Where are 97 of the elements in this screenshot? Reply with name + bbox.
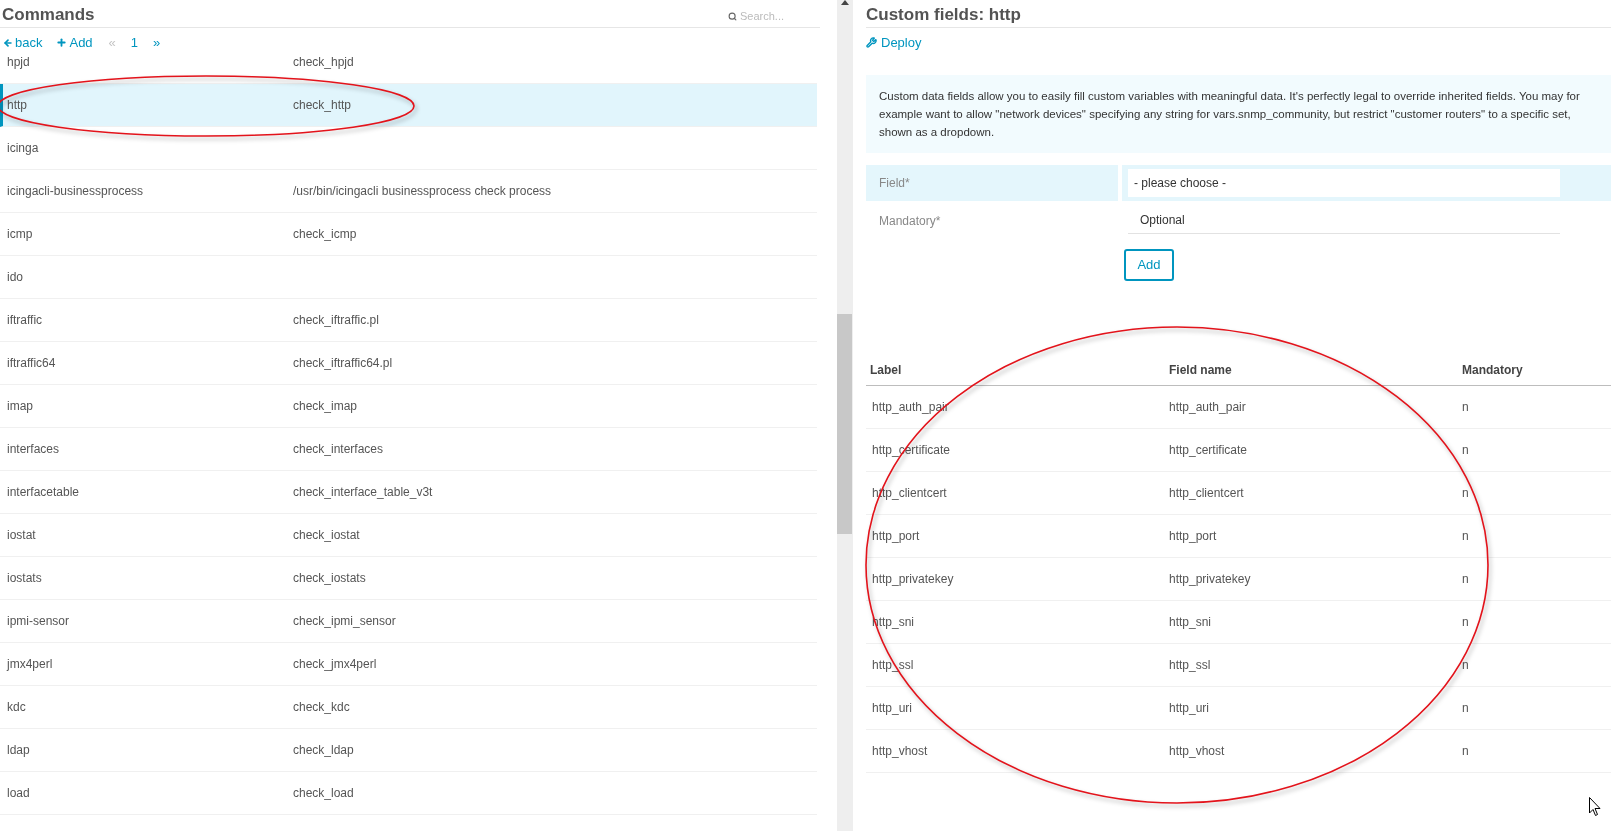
command-name: imap (7, 398, 33, 415)
add-button[interactable]: Add (1124, 249, 1174, 281)
search-field[interactable]: Search... (740, 7, 816, 25)
command-row[interactable]: interfacetable check_interface_table_v3t (0, 471, 817, 514)
command-line: check_iftraffic64.pl (293, 355, 393, 372)
command-name: iostats (7, 570, 42, 587)
command-row[interactable]: ldap check_ldap (0, 729, 817, 772)
table-cell: http_uri (1169, 701, 1210, 715)
table-cell: http_sni (1169, 615, 1212, 629)
table-cell: http_privatekey (1169, 572, 1251, 586)
table-cell: n (1462, 744, 1469, 758)
table-cell: http_port (872, 529, 920, 543)
command-name: load (7, 785, 30, 802)
column-header: Mandatory (1462, 363, 1523, 377)
command-row[interactable]: iftraffic64 check_iftraffic64.pl (0, 342, 817, 385)
table-cell: http_certificate (1169, 443, 1248, 457)
command-line: check_hpjd (293, 54, 354, 71)
field-label: Field* (866, 165, 1118, 201)
command-row[interactable]: iostats check_iostats (0, 557, 817, 600)
command-row[interactable]: imap check_imap (0, 385, 817, 428)
command-name: icmp (7, 226, 33, 243)
command-name: icinga (7, 140, 39, 157)
command-row[interactable]: icingacli-businessprocess /usr/bin/icingacli businessprocess check process (0, 170, 817, 213)
command-line: check_iostats (293, 570, 366, 587)
plus-icon (56, 37, 68, 48)
command-line: check_ldap (293, 742, 354, 759)
panel-title: Custom fields: http (866, 4, 1021, 26)
scrollbar-thumb[interactable] (837, 314, 852, 534)
column-header: Label (870, 363, 902, 377)
table-cell: http_port (1169, 529, 1217, 543)
deploy-link[interactable]: Deploy (866, 32, 922, 53)
table-cell: http_privatekey (872, 572, 954, 586)
table-cell: n (1462, 615, 1469, 629)
table-cell: n (1462, 658, 1469, 672)
select-field[interactable]: - please choose - (1128, 169, 1560, 197)
info-text: Custom data fields allow you to easily fill custom variables with meaningful data. It's perfectly legal to override inherited fields. You may for example want to allow "network devices" specifying any string for vars.snmp_community, but restrict "customer routers" to a specific set, shown as a dropdown. (879, 89, 1581, 140)
command-line: check_interfaces (293, 441, 384, 458)
command-name: kdc (7, 699, 26, 716)
command-name: iftraffic (7, 312, 43, 329)
command-line: check_imap (293, 398, 358, 415)
command-row[interactable]: ido (0, 256, 817, 299)
command-row[interactable]: iostat check_iostat (0, 514, 817, 557)
command-line: check_jmx4perl (293, 656, 377, 673)
table-cell: http_ssl (1169, 658, 1211, 672)
command-line: check_load (293, 785, 354, 802)
table-cell: http_uri (872, 701, 913, 715)
add-link[interactable]: Add (56, 32, 93, 53)
table-cell: n (1462, 400, 1469, 414)
table-cell: http_vhost (1169, 744, 1225, 758)
command-name: interfacetable (7, 484, 80, 501)
command-row[interactable]: kdc check_kdc (0, 686, 817, 729)
command-name: ipmi-sensor (7, 613, 69, 630)
command-line: check_kdc (293, 699, 350, 716)
command-line: check_iftraffic.pl (293, 312, 379, 329)
panel-title: Commands (1, 4, 95, 26)
back-link[interactable]: back (3, 32, 43, 53)
scrollbar-track[interactable] (837, 0, 853, 831)
table-cell: http_vhost (872, 744, 928, 758)
table-cell: n (1462, 443, 1469, 457)
command-name: ido (7, 269, 23, 286)
command-row[interactable]: iftraffic check_iftraffic.pl (0, 299, 817, 342)
pagination-link[interactable]: 1 (130, 32, 139, 53)
command-row[interactable]: icinga (0, 127, 817, 170)
command-line: check_http (293, 97, 352, 114)
command-row[interactable]: icmp check_icmp (0, 213, 817, 256)
table-cell: n (1462, 701, 1469, 715)
table-cell: n (1462, 486, 1469, 500)
command-line: check_ipmi_sensor (293, 613, 396, 630)
column-header: Field name (1169, 363, 1232, 377)
text-field[interactable]: Optional (1128, 207, 1560, 234)
command-line: check_iostat (293, 527, 360, 544)
command-line: /usr/bin/icingacli businessprocess check process (293, 183, 552, 200)
scroll-up-arrow-icon[interactable] (841, 0, 849, 5)
mouse-cursor-icon (1589, 797, 1601, 816)
command-name: ldap (7, 742, 30, 759)
command-name: iostat (7, 527, 36, 544)
command-name: iftraffic64 (7, 355, 56, 372)
table-cell: http_clientcert (1169, 486, 1244, 500)
command-row[interactable]: http check_http (0, 84, 817, 127)
wrench-icon (866, 37, 877, 48)
command-row[interactable]: ipmi-sensor check_ipmi_sensor (0, 600, 817, 643)
command-name: hpjd (7, 54, 30, 71)
command-name: interfaces (7, 441, 60, 458)
command-row[interactable]: load check_load (0, 772, 817, 815)
table-cell: n (1462, 572, 1469, 586)
pagination-link[interactable]: » (153, 32, 161, 53)
command-line: check_interface_table_v3t (293, 484, 433, 501)
command-name: jmx4perl (7, 656, 53, 673)
command-line: check_icmp (293, 226, 357, 243)
arrow-left-icon (3, 37, 13, 48)
table-cell: http_auth_pair (1169, 400, 1246, 414)
command-row[interactable]: interfaces check_interfaces (0, 428, 817, 471)
search-icon (728, 11, 737, 21)
table-cell: n (1462, 529, 1469, 543)
command-name: icingacli-businessprocess (7, 183, 144, 200)
command-name: http (7, 97, 27, 114)
command-row[interactable]: jmx4perl check_jmx4perl (0, 643, 817, 686)
